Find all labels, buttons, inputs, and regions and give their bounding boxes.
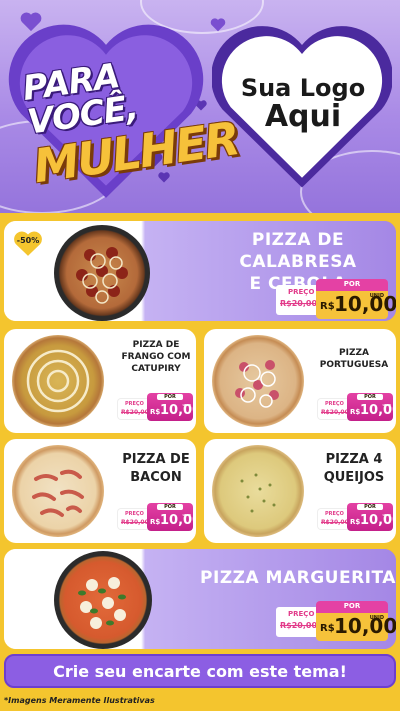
- old-price: PREÇO R$20,00: [276, 285, 320, 315]
- pepperoni-toppings: [76, 247, 128, 304]
- featured-price-tag: PREÇO R$20,00 POR R$ 10,00 UNID: [276, 601, 396, 641]
- pizza-4-queijos-image: [212, 445, 304, 537]
- logo-placeholder: Sua Logo Aqui: [228, 74, 378, 135]
- product-name: PIZZA 4 QUEIJOS: [323, 452, 385, 485]
- bacon-toppings: [32, 469, 84, 517]
- new-price: POR R$ 10,00 UNID: [316, 601, 396, 641]
- new-price: POR R$ 10,00 UNID: [147, 393, 196, 421]
- product-card-frango[interactable]: PIZZA DE FRANGO COM CATUPIRY PREÇO R$20,…: [4, 329, 196, 433]
- product-name: PIZZA DE BACON: [122, 452, 190, 485]
- old-price: PREÇO R$20,00: [118, 509, 150, 529]
- old-price: PREÇO R$20,00: [276, 607, 320, 637]
- new-price: POR R$ 10,00 UNID: [316, 279, 396, 319]
- featured-price-tag: PREÇO R$20,00 POR R$ 10,00 UNID: [276, 279, 396, 319]
- onion-ham-toppings: [235, 360, 279, 408]
- featured-product-card-2[interactable]: PIZZA MARGUERITA PREÇO R$20,00 POR R$ 10…: [4, 549, 396, 649]
- herb-toppings: [240, 473, 276, 513]
- product-name: PIZZA PORTUGUESA: [319, 348, 389, 371]
- product-card-4-queijos[interactable]: PIZZA 4 QUEIJOS PREÇO R$20,00 POR R$ 10,…: [204, 439, 396, 543]
- swirl-toppings: [26, 349, 90, 413]
- footnote: *Imagens Meramente Ilustrativas: [4, 696, 155, 705]
- pizza-calabresa-image: [54, 225, 150, 321]
- featured-product-name: PIZZA MARGUERITA: [200, 568, 396, 588]
- margherita-toppings: [78, 577, 126, 629]
- logo-line-2: Aqui: [264, 99, 342, 135]
- featured-product-card[interactable]: -50% PIZZA DE CALABRESA E CEBOLA PREÇO R…: [4, 221, 396, 321]
- price-tag: PREÇO R$20,00 POR R$ 10,00 UNID: [318, 503, 396, 531]
- cta-banner[interactable]: Crie seu encarte com este tema!: [4, 654, 396, 688]
- new-price: POR R$ 10,00 UNID: [347, 393, 396, 421]
- new-price: POR R$ 10,00 UNID: [147, 503, 196, 531]
- pizza-portuguesa-image: [212, 335, 304, 427]
- product-card-bacon[interactable]: PIZZA DE BACON PREÇO R$20,00 POR R$ 10,0…: [4, 439, 196, 543]
- pizza-frango-image: [12, 335, 104, 427]
- product-name: PIZZA DE FRANGO COM CATUPIRY: [121, 340, 191, 375]
- discount-badge-text: -50%: [16, 236, 40, 245]
- price-tag: PREÇO R$20,00 POR R$ 10,00 UNID: [118, 503, 196, 531]
- old-price: PREÇO R$20,00: [318, 399, 350, 419]
- old-price: PREÇO R$20,00: [118, 399, 150, 419]
- logo-line-1: Sua Logo: [240, 74, 366, 102]
- new-price: POR R$ 10,00 UNID: [347, 503, 396, 531]
- header-banner: PARA VOCÊ, MULHER Sua Logo Aqui: [0, 0, 400, 213]
- price-tag: PREÇO R$20,00 POR R$ 10,00 UNID: [318, 393, 396, 421]
- pizza-marguerita-image: [54, 551, 152, 649]
- pizza-bacon-image: [12, 445, 104, 537]
- old-price: PREÇO R$20,00: [318, 509, 350, 529]
- product-card-portuguesa[interactable]: PIZZA PORTUGUESA PREÇO R$20,00 POR R$ 10…: [204, 329, 396, 433]
- price-tag: PREÇO R$20,00 POR R$ 10,00 UNID: [118, 393, 196, 421]
- promo-title: PARA VOCÊ, MULHER: [20, 49, 241, 193]
